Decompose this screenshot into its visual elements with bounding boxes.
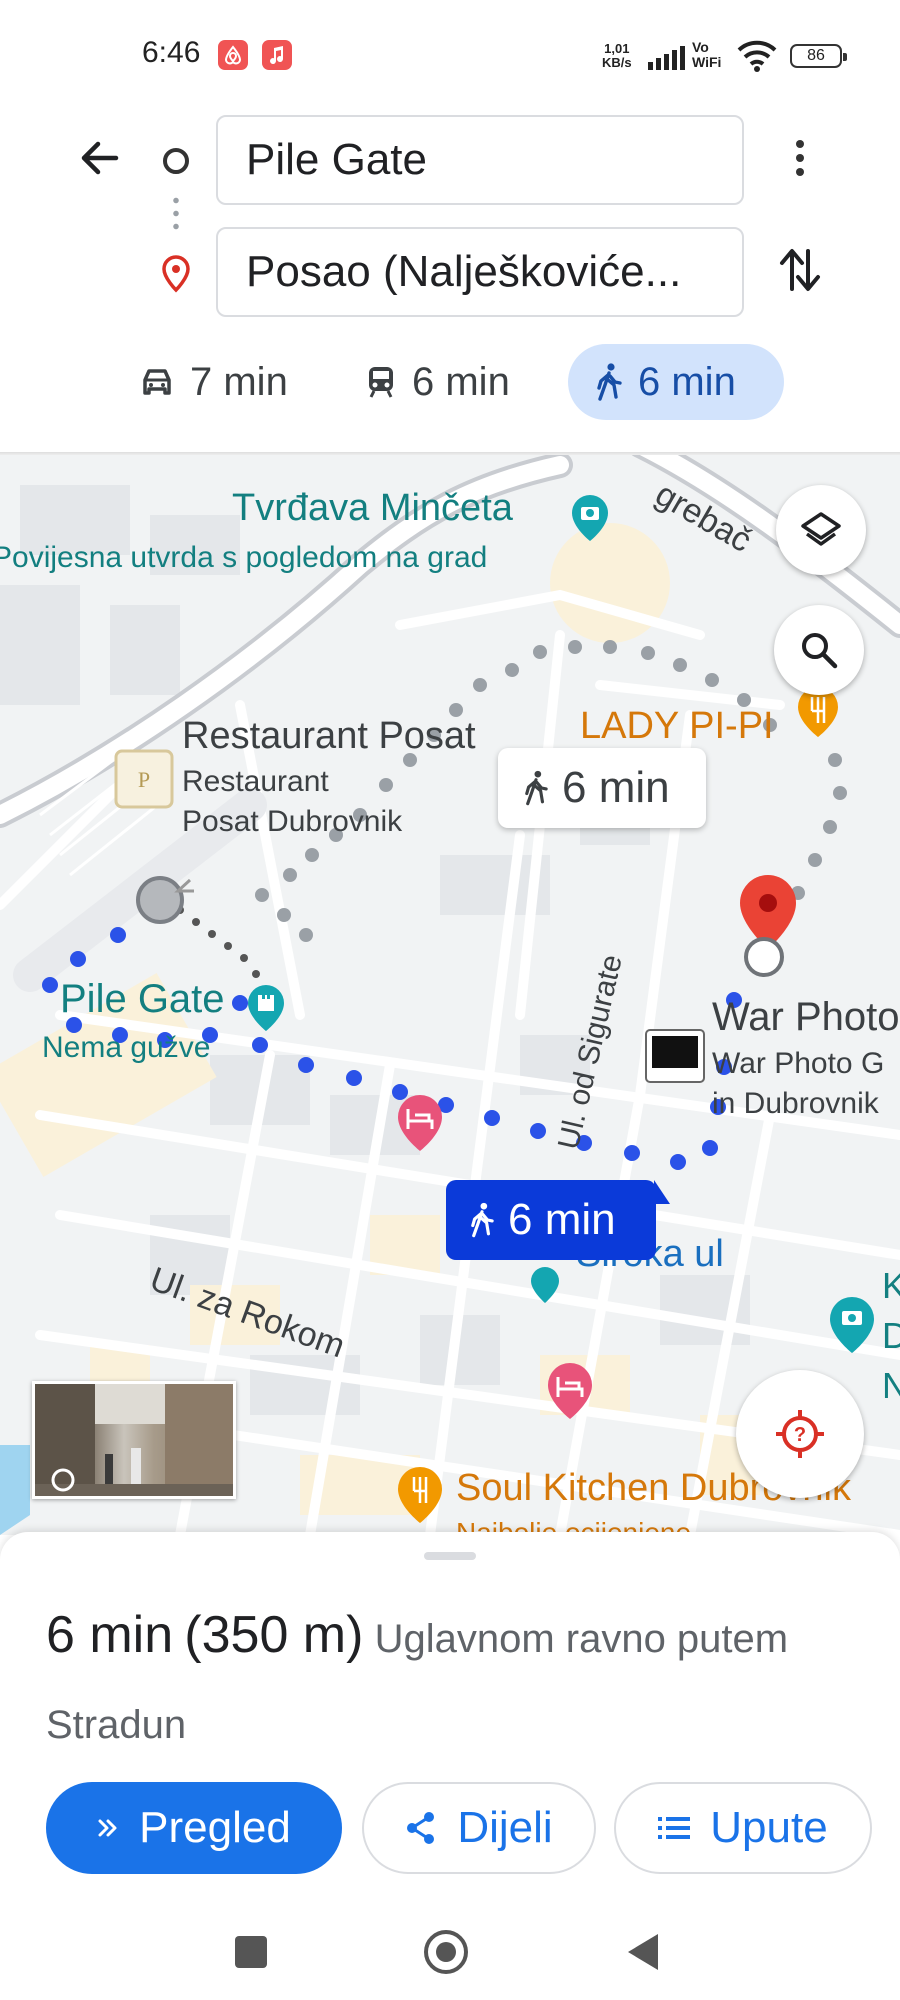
label-war-photo[interactable]: War Photo <box>712 995 899 1040</box>
music-icon <box>262 40 292 70</box>
svg-text:?: ? <box>794 1424 806 1446</box>
label-restaurant-sub1: Restaurant <box>182 765 329 798</box>
walking-icon <box>597 363 622 401</box>
label-war-photo-sub2: in Dubrovnik <box>712 1087 879 1120</box>
network-speed: 1,01 KB/s <box>602 41 632 70</box>
more-options-icon[interactable] <box>784 136 816 184</box>
mode-walk-label: 6 min <box>638 359 736 404</box>
status-time: 6:46 <box>142 36 201 69</box>
list-icon <box>658 1817 691 1839</box>
my-location-button[interactable]: ? <box>736 1370 864 1498</box>
drag-handle[interactable] <box>424 1552 476 1560</box>
label-lady-pipi[interactable]: LADY PI-PI <box>580 705 774 748</box>
origin-input[interactable]: Pile Gate <box>216 115 744 205</box>
label-fortress[interactable]: Tvrđava Minčeta <box>232 487 513 530</box>
airbnb-icon <box>218 40 248 70</box>
route-time-chip[interactable]: 6 min <box>446 1180 670 1260</box>
steps-button[interactable]: Upute <box>614 1782 872 1874</box>
destination-input[interactable]: Posao (Nalješkoviće... <box>216 227 744 317</box>
mode-transit-label: 6 min <box>412 359 510 404</box>
label-war-photo-sub1: War Photo G <box>712 1047 885 1080</box>
wifi-icon <box>737 40 777 72</box>
battery-indicator: 86 <box>790 44 847 68</box>
label-restaurant[interactable]: Restaurant Posat <box>182 715 476 758</box>
mode-car[interactable]: 7 min <box>140 344 288 420</box>
street-view-image <box>35 1384 233 1496</box>
steps-button-label: Upute <box>710 1803 828 1852</box>
origin-marker-icon <box>163 148 189 174</box>
vowifi-indicator: Vo WiFi <box>692 39 722 70</box>
signal-icon <box>648 46 685 70</box>
search-along-route-button[interactable] <box>774 605 864 695</box>
route-distance: (350 m) <box>184 1606 364 1664</box>
car-icon <box>143 369 171 395</box>
label-pile-gate[interactable]: Pile Gate <box>60 977 225 1022</box>
system-nav-bar <box>0 1900 900 2000</box>
layers-button[interactable] <box>776 485 866 575</box>
preview-button-label: Pregled <box>139 1803 291 1852</box>
status-bar: 6:46 1,01 KB/s Vo WiFi 86 <box>0 0 900 110</box>
share-button-label: Dijeli <box>457 1803 553 1852</box>
route-summary: 6 min (350 m) Uglavnom ravno putem Strad… <box>46 1592 866 1768</box>
label-right-d: D <box>882 1315 900 1356</box>
route-time: 6 min <box>508 1195 616 1244</box>
preview-button[interactable]: Pregled <box>46 1782 342 1874</box>
label-pile-gate-sub: Nema gužve <box>42 1031 211 1064</box>
label-right-n: N <box>882 1365 900 1406</box>
location-unknown-icon: ? <box>776 1410 824 1458</box>
back-triangle-icon[interactable] <box>628 1934 658 1970</box>
label-right-k: K <box>882 1265 900 1306</box>
destination-pin-icon <box>162 255 190 293</box>
alt-route-time: 6 min <box>562 763 670 812</box>
svg-text:P: P <box>138 767 150 792</box>
home-icon[interactable] <box>424 1930 468 1974</box>
search-icon <box>802 633 838 669</box>
share-icon <box>407 1812 435 1844</box>
layers-icon <box>801 512 841 546</box>
travel-mode-bar: 7 min 6 min 6 min <box>0 344 900 420</box>
mode-walk[interactable]: 6 min <box>568 344 784 420</box>
route-duration: 6 min <box>46 1606 174 1664</box>
route-connector <box>173 194 179 234</box>
swap-icon[interactable] <box>778 245 822 295</box>
mode-car-label: 7 min <box>190 359 288 404</box>
label-restaurant-sub2: Posat Dubrovnik <box>182 805 403 838</box>
train-icon <box>369 367 393 398</box>
alt-route-time-chip[interactable]: 6 min <box>498 748 706 828</box>
map-view[interactable]: P Tvrđava Minčeta Povijesna utvrda s pog… <box>0 455 900 1535</box>
recent-apps-icon[interactable] <box>235 1936 267 1968</box>
back-arrow-icon[interactable] <box>76 134 124 182</box>
label-fortress-sub: Povijesna utvrda s pogledom na grad <box>0 541 488 574</box>
share-button[interactable]: Dijeli <box>362 1782 596 1874</box>
double-chevron-icon <box>98 1819 117 1837</box>
street-view-thumbnail[interactable] <box>32 1381 236 1499</box>
walking-icon <box>471 1202 494 1238</box>
walking-icon <box>525 770 548 806</box>
mode-transit[interactable]: 6 min <box>366 344 510 420</box>
